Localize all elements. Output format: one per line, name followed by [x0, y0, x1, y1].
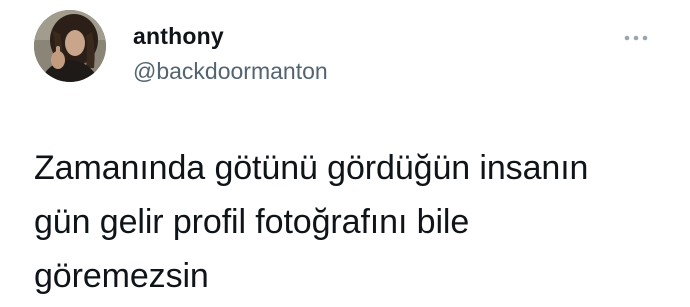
display-name[interactable]: anthony — [133, 22, 224, 50]
tweet-text: Zamanında götünü gördüğün insanın gün ge… — [34, 141, 674, 303]
tweet-text-line: göremezsin — [34, 257, 209, 295]
tweet-card: anthony @backdoormanton Zamanında götünü… — [0, 0, 690, 307]
tweet-text-line: Zamanında götünü gördüğün insanın — [34, 149, 589, 187]
profile-photo-icon — [34, 10, 106, 82]
more-horizontal-icon — [624, 35, 648, 41]
more-options-button[interactable] — [622, 30, 656, 46]
avatar[interactable] — [34, 10, 106, 82]
user-handle[interactable]: @backdoormanton — [133, 57, 328, 85]
tweet-text-line: gün gelir profil fotoğrafını bile — [34, 203, 470, 241]
